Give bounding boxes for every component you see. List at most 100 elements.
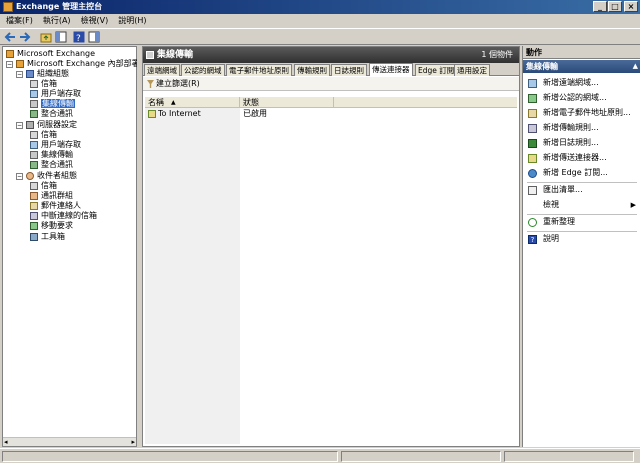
column-header-status[interactable]: 狀態 <box>240 97 334 108</box>
tree-node-org-mailbox[interactable]: 信箱 <box>30 79 57 89</box>
toolbar: ? <box>0 28 640 45</box>
tab-accepted-domains[interactable]: 公認的網域 <box>181 64 225 76</box>
tree-node-org-unified-messaging[interactable]: 整合通訊 <box>30 109 73 119</box>
submenu-arrow-icon: ▶ <box>630 201 636 209</box>
action-new-remote-domain[interactable]: 新增遠端網域... <box>523 76 640 90</box>
toolbox-icon <box>30 233 38 241</box>
collapse-icon[interactable]: − <box>16 122 23 129</box>
result-pane-header: 集線傳輸 1 個物件 <box>143 47 519 63</box>
menu-action[interactable]: 執行(A) <box>39 14 75 28</box>
status-panel <box>341 451 501 462</box>
hub-transport-icon <box>30 151 38 159</box>
transport-rule-icon <box>528 124 537 133</box>
maximize-button[interactable]: □ <box>608 1 622 12</box>
create-filter-button[interactable]: 建立篩選(R) <box>156 79 200 88</box>
tab-global-settings[interactable]: 通用設定 <box>454 64 490 76</box>
tree-node-disconnected-mailbox[interactable]: 中斷連線的信箱 <box>30 211 97 221</box>
filter-icon <box>147 80 154 88</box>
forward-arrow-icon[interactable] <box>19 31 31 43</box>
action-new-accepted-domain[interactable]: 新增公認的網域... <box>523 91 640 105</box>
tree-node-org-hub-transport[interactable]: 集線傳輸 <box>30 99 75 109</box>
action-refresh[interactable]: 重新整理 <box>523 215 640 229</box>
collapse-up-icon[interactable]: ▲ <box>633 60 638 73</box>
up-folder-icon[interactable] <box>40 31 52 43</box>
collapse-icon[interactable]: − <box>16 173 23 180</box>
exchange-org-icon <box>16 60 24 68</box>
connector-list: To Internet 已啟用 <box>145 108 517 444</box>
tab-send-connectors[interactable]: 傳送連接器 <box>369 63 413 76</box>
collapse-icon[interactable]: − <box>6 61 13 68</box>
table-row[interactable]: To Internet 已啟用 <box>145 109 517 119</box>
mailbox-icon <box>30 131 38 139</box>
tab-journal-rules[interactable]: 日誌規則 <box>331 64 367 76</box>
server-config-icon <box>26 121 34 129</box>
action-help[interactable]: ? 說明 <box>523 232 640 246</box>
tree-node-server-mailbox[interactable]: 信箱 <box>30 130 57 140</box>
result-pane: 集線傳輸 1 個物件 遠端網域 公認的網域 電子郵件地址原則 傳輸規則 日誌規則… <box>142 46 520 447</box>
tab-transport-rules[interactable]: 傳輸規則 <box>294 64 330 76</box>
tree-node-move-request[interactable]: 移動要求 <box>30 221 73 231</box>
action-new-email-policy[interactable]: 新增電子郵件地址原則... <box>523 106 640 120</box>
remote-domain-icon <box>528 79 537 88</box>
send-connector-icon <box>148 110 156 118</box>
show-hide-tree-icon[interactable] <box>55 31 67 43</box>
tree-node-distribution-group[interactable]: 通訊群組 <box>30 191 73 201</box>
menu-help[interactable]: 說明(H) <box>114 14 150 28</box>
refresh-icon <box>528 218 537 227</box>
action-new-transport-rule[interactable]: 新增傳輸規則... <box>523 121 640 135</box>
tree-horizontal-scrollbar[interactable]: ◂ ▸ <box>3 437 136 446</box>
tab-email-address-policies[interactable]: 電子郵件地址原則 <box>226 64 292 76</box>
collapse-icon[interactable]: − <box>16 71 23 78</box>
tree-node-org-client-access[interactable]: 用戶端存取 <box>30 89 81 99</box>
mailbox-icon <box>30 80 38 88</box>
tab-edge-subscriptions[interactable]: Edge 訂閱 <box>415 64 458 76</box>
action-view[interactable]: 檢視 ▶ <box>523 198 640 212</box>
tree-node-server-hub-transport[interactable]: 集線傳輸 <box>30 150 73 160</box>
mail-contact-icon <box>30 202 38 210</box>
status-panel <box>504 451 634 462</box>
column-header-name[interactable]: 名稱 ▲ <box>145 97 240 108</box>
tab-strip: 遠端網域 公認的網域 電子郵件地址原則 傳輸規則 日誌規則 傳送連接器 Edge… <box>143 63 519 76</box>
tree-node-server-unified-messaging[interactable]: 整合通訊 <box>30 160 73 170</box>
menu-view[interactable]: 檢視(V) <box>77 14 113 28</box>
disconnected-mailbox-icon <box>30 212 38 220</box>
tree-node-recipient-config[interactable]: − 收件者組態 <box>16 171 77 181</box>
minimize-button[interactable]: _ <box>593 1 607 12</box>
distribution-group-icon <box>30 192 38 200</box>
journal-rule-icon <box>528 139 537 148</box>
menu-file[interactable]: 檔案(F) <box>2 14 37 28</box>
result-pane-title: 集線傳輸 <box>157 50 194 60</box>
back-arrow-icon[interactable] <box>4 31 16 43</box>
tree-node-toolbox[interactable]: 工具箱 <box>30 232 65 242</box>
svg-text:?: ? <box>76 34 81 43</box>
accepted-domain-icon <box>528 94 537 103</box>
close-button[interactable]: × <box>624 1 638 12</box>
tree-node-server-config[interactable]: − 伺服器設定 <box>16 120 77 130</box>
tree-node-root[interactable]: Microsoft Exchange <box>6 49 95 59</box>
show-hide-action-pane-icon[interactable] <box>88 31 100 43</box>
scroll-right-arrow-icon[interactable]: ▸ <box>131 438 135 446</box>
unified-messaging-icon <box>30 161 38 169</box>
tree-node-org-config[interactable]: − 組織組態 <box>16 69 69 79</box>
client-access-icon <box>30 141 38 149</box>
title-bar: Exchange 管理主控台 _ □ × <box>0 0 640 14</box>
action-new-journal-rule[interactable]: 新增日誌規則... <box>523 136 640 150</box>
tab-remote-domains[interactable]: 遠端網域 <box>144 64 180 76</box>
action-new-edge-subscription[interactable]: 新增 Edge 訂閱... <box>523 166 640 180</box>
actions-section-header[interactable]: 集線傳輸 ▲ <box>523 60 640 73</box>
connector-name: To Internet <box>158 109 201 118</box>
scroll-left-arrow-icon[interactable]: ◂ <box>4 438 8 446</box>
tree-node-org[interactable]: − Microsoft Exchange 內部部署 (w <box>6 59 152 69</box>
action-new-send-connector[interactable]: 新增傳送連接器... <box>523 151 640 165</box>
send-connector-icon <box>528 154 537 163</box>
hub-transport-icon <box>146 51 154 59</box>
help-icon[interactable]: ? <box>73 31 85 43</box>
tree-node-mail-contact[interactable]: 郵件連絡人 <box>30 201 81 211</box>
tree-node-recipient-mailbox[interactable]: 信箱 <box>30 181 57 191</box>
tree-node-server-client-access[interactable]: 用戶端存取 <box>30 140 81 150</box>
console-tree: Microsoft Exchange − Microsoft Exchange … <box>2 46 152 447</box>
actions-pane: 動作 集線傳輸 ▲ 新增遠端網域... 新增公認的網域... 新增電子郵件地址原… <box>522 46 640 447</box>
actions-header: 動作 <box>523 46 640 59</box>
help-icon: ? <box>528 235 537 244</box>
action-export-list[interactable]: 匯出清單... <box>523 183 640 197</box>
